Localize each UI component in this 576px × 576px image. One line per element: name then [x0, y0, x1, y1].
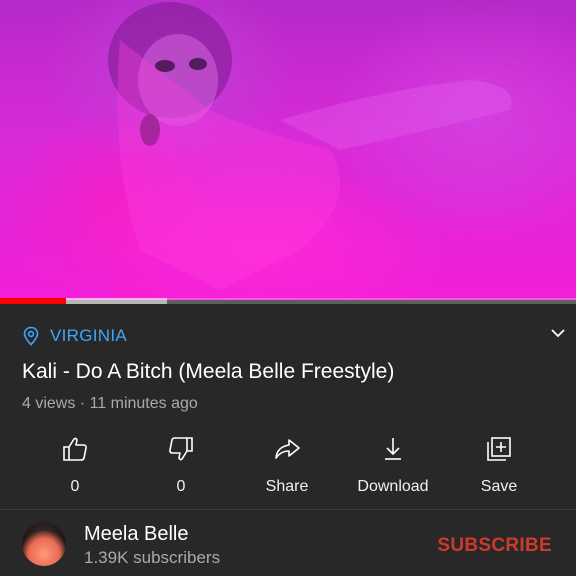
progress-played: [0, 298, 67, 304]
like-button[interactable]: 0: [22, 430, 128, 500]
channel-avatar[interactable]: [22, 522, 66, 566]
video-title[interactable]: Kali - Do A Bitch (Meela Belle Freestyle…: [22, 358, 542, 386]
video-frame: [108, 2, 512, 290]
download-label: Download: [357, 478, 429, 495]
location-pin-icon: [23, 326, 39, 346]
subscriber-count: 1.39K subscribers: [84, 548, 221, 567]
video-progress-bar[interactable]: [0, 298, 576, 304]
action-bar: 0 0 Share Download Save: [0, 430, 576, 500]
thumbs-up-icon: [63, 437, 87, 461]
share-button[interactable]: Share: [234, 430, 340, 500]
add-to-playlist-icon: [487, 437, 511, 461]
channel-name[interactable]: Meela Belle: [84, 523, 189, 546]
like-count: 0: [70, 478, 80, 495]
location-link[interactable]: VIRGINIA: [22, 326, 127, 346]
location-label: VIRGINIA: [50, 326, 128, 345]
download-icon: [385, 438, 401, 460]
dislike-count: 0: [176, 478, 186, 495]
save-label: Save: [480, 478, 518, 495]
share-icon: [275, 439, 300, 459]
channel-row[interactable]: Meela Belle 1.39K subscribers SUBSCRIBE: [0, 510, 576, 576]
video-player[interactable]: [0, 0, 576, 300]
video-meta: 4 views · 11 minutes ago: [22, 395, 198, 412]
save-button[interactable]: Save: [446, 430, 552, 500]
download-button[interactable]: Download: [340, 430, 446, 500]
share-label: Share: [265, 478, 309, 495]
chevron-down-icon[interactable]: [548, 323, 568, 343]
subscribe-button[interactable]: SUBSCRIBE: [437, 535, 552, 557]
thumbs-down-icon: [169, 437, 193, 461]
dislike-button[interactable]: 0: [128, 430, 234, 500]
